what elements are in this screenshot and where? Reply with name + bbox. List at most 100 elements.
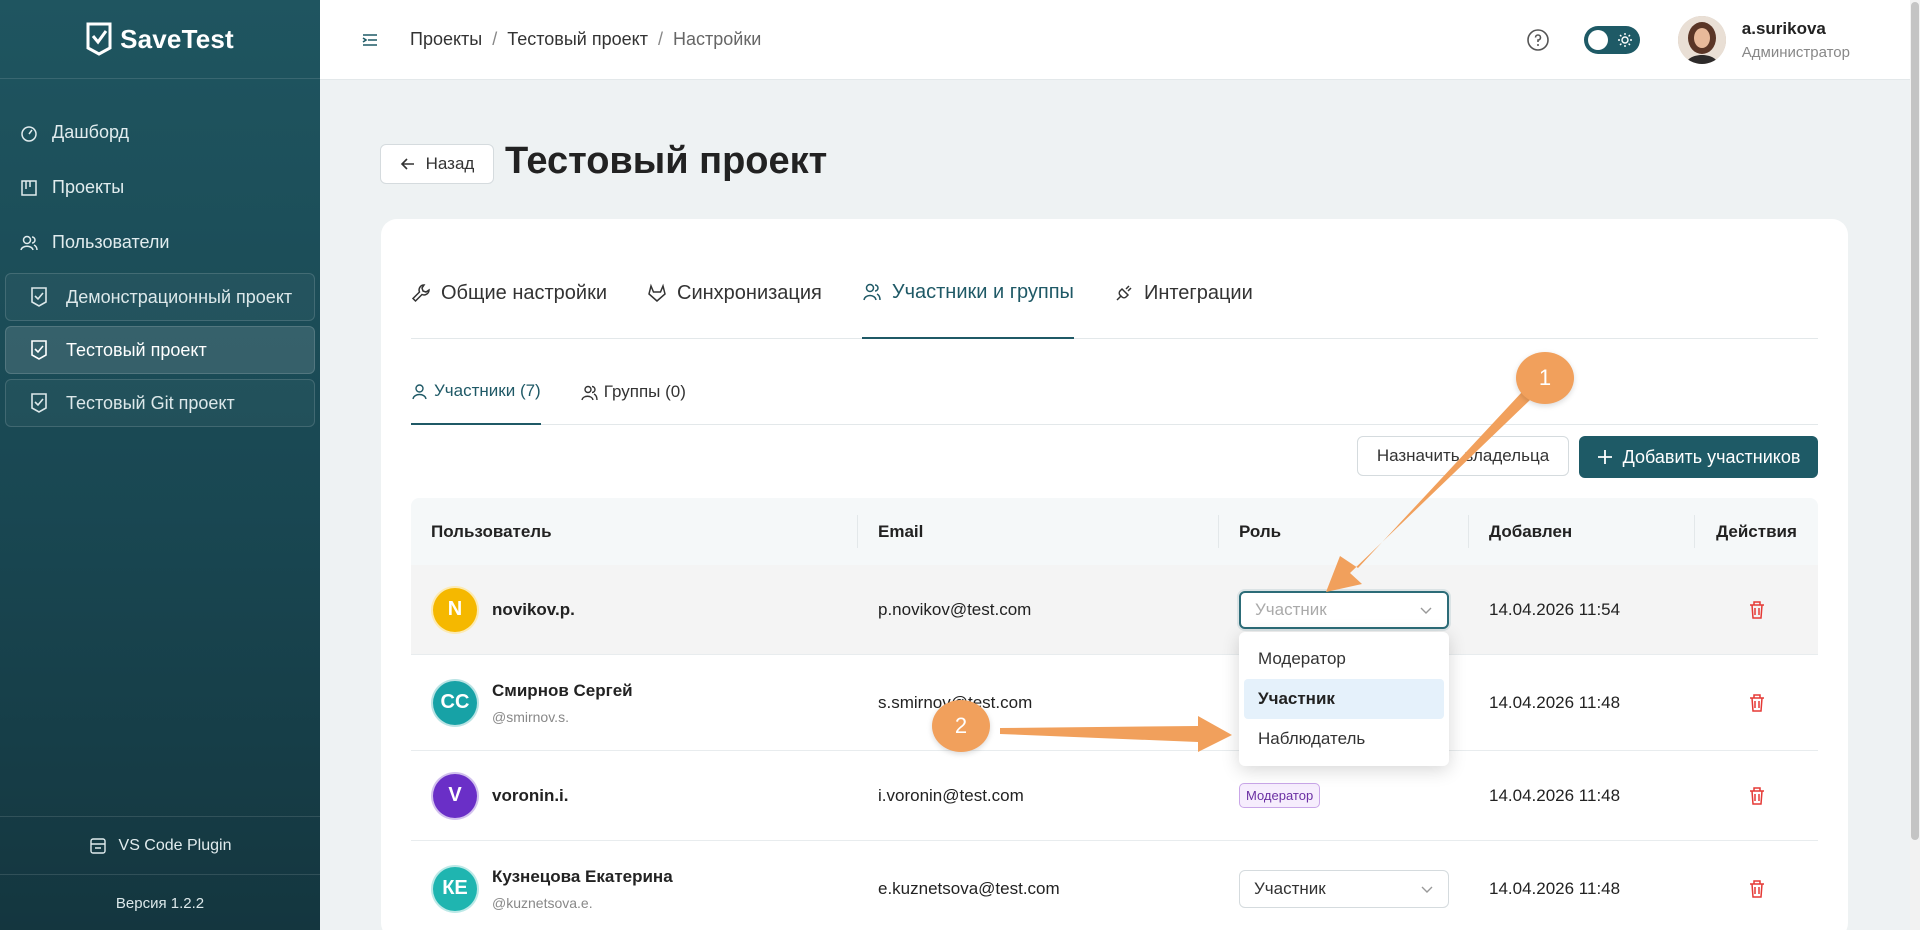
user-info[interactable]: a.surikova Администратор: [1742, 19, 1850, 61]
role-option-observer[interactable]: Наблюдатель: [1244, 719, 1444, 759]
tab-label: Синхронизация: [677, 281, 822, 304]
user-cell: КЕ Кузнецова Екатерина @kuznetsova.e.: [411, 864, 858, 913]
toggle-knob: [1587, 30, 1608, 50]
plus-icon: [1597, 450, 1612, 464]
annotation-marker-2: 2: [932, 700, 990, 752]
role-cell: Участник: [1219, 590, 1469, 629]
email-cell: s.smirnov@test.com: [858, 693, 1219, 713]
table-header: Пользователь Email Роль Добавлен Действи…: [411, 498, 1818, 565]
top-header: Проекты / Тестовый проект / Настройки a.…: [320, 0, 1910, 80]
role-option-member[interactable]: Участник: [1244, 679, 1444, 719]
member-handle: @smirnov.s.: [492, 708, 569, 725]
sidebar-project-demo[interactable]: Демонстрационный проект: [5, 273, 315, 321]
subtab-label: Участники (7): [434, 381, 541, 400]
add-members-button[interactable]: Добавить участников: [1579, 436, 1818, 478]
version-label: Версия 1.2.2: [115, 894, 205, 912]
gitlab-icon: [648, 283, 666, 302]
role-select[interactable]: Участник: [1239, 869, 1449, 908]
settings-card: Общие настройки Синхронизация Участники …: [381, 219, 1848, 930]
added-cell: 14.04.2026 11:48: [1489, 692, 1621, 712]
sidebar-item-projects[interactable]: Проекты: [0, 160, 320, 215]
table-row: КЕ Кузнецова Екатерина @kuznetsova.e. e.…: [411, 841, 1818, 930]
delete-icon[interactable]: [1748, 879, 1766, 899]
user-cell: V voronin.i.: [411, 771, 858, 820]
delete-icon[interactable]: [1748, 693, 1766, 713]
column-header-actions: Действия: [1716, 521, 1797, 541]
member-name: Смирнов Сергей: [492, 680, 633, 700]
sidebar-project-label: Демонстрационный проект: [66, 286, 293, 307]
actions-cell: [1695, 786, 1818, 806]
role-badge: Модератор: [1239, 783, 1321, 808]
projects-icon: [21, 179, 37, 196]
breadcrumb-project[interactable]: Тестовый проект: [507, 29, 648, 50]
assign-owner-button[interactable]: Назначить владельца: [1357, 436, 1569, 476]
app-logo[interactable]: SaveTest: [0, 0, 320, 79]
user-name: a.surikova: [1741, 19, 1826, 38]
sidebar-project-git[interactable]: Тестовый Git проект: [5, 379, 315, 427]
dashboard-icon: [21, 125, 37, 142]
annotation-marker-1: 1: [1516, 352, 1574, 404]
sidebar-project-test[interactable]: Тестовый проект: [5, 326, 315, 374]
project-icon: [31, 393, 47, 413]
avatar[interactable]: [1677, 16, 1726, 64]
sidebar-item-dashboard[interactable]: Дашборд: [0, 105, 320, 160]
delete-icon[interactable]: [1748, 600, 1766, 620]
chevron-down-icon: [1420, 607, 1432, 614]
theme-toggle[interactable]: [1583, 26, 1640, 54]
scrollbar-thumb[interactable]: [1911, 2, 1919, 840]
role-option-moderator[interactable]: Модератор: [1244, 639, 1444, 679]
tab-integrations[interactable]: Интеграции: [1114, 267, 1253, 339]
added-cell: 14.04.2026 11:54: [1489, 599, 1621, 619]
avatar: V: [431, 771, 479, 820]
member-name: Кузнецова Екатерина: [492, 866, 673, 886]
tab-general[interactable]: Общие настройки: [411, 267, 607, 339]
sidebar: SaveTest Дашборд Проекты Пользователи Де…: [0, 0, 320, 930]
menu-collapse-icon[interactable]: [360, 30, 380, 50]
added-cell: 14.04.2026 11:48: [1489, 878, 1621, 898]
sidebar-project-list: Демонстрационный проект Тестовый проект …: [0, 273, 320, 427]
sun-icon: [1617, 33, 1632, 47]
users-icon: [581, 385, 598, 400]
user-photo: [1677, 16, 1726, 64]
table-row: V voronin.i. i.voronin@test.com Модерато…: [411, 751, 1818, 841]
breadcrumb-separator: /: [657, 29, 663, 49]
back-label: Назад: [425, 154, 475, 173]
header-right: a.surikova Администратор: [1526, 0, 1850, 80]
tab-members-groups[interactable]: Участники и группы: [861, 267, 1074, 339]
role-select[interactable]: Участник: [1239, 590, 1449, 629]
role-dropdown-menu: Модератор Участник Наблюдатель: [1239, 632, 1449, 766]
plugin-icon: [89, 837, 106, 854]
chevron-down-icon: [1421, 886, 1433, 893]
sidebar-footer: VS Code Plugin Версия 1.2.2: [0, 816, 320, 930]
added-cell: 14.04.2026 11:48: [1489, 785, 1621, 805]
column-header-user: Пользователь: [411, 515, 858, 548]
column-header-role: Роль: [1219, 515, 1469, 548]
plugin-label: VS Code Plugin: [118, 836, 232, 854]
help-icon[interactable]: [1526, 28, 1550, 52]
plug-icon: [1116, 285, 1132, 301]
members-table: Пользователь Email Роль Добавлен Действи…: [411, 498, 1818, 930]
vscode-plugin-link[interactable]: VS Code Plugin: [0, 817, 320, 875]
sidebar-project-label: Тестовый проект: [66, 339, 207, 360]
user-icon: [412, 383, 427, 399]
settings-tabs: Общие настройки Синхронизация Участники …: [411, 267, 1818, 339]
user-cell: N novikov.p.: [411, 585, 858, 634]
actions-cell: [1695, 693, 1818, 713]
avatar: СС: [431, 678, 479, 727]
page-scrollbar[interactable]: [1910, 0, 1920, 930]
delete-icon[interactable]: [1748, 786, 1766, 806]
add-members-label: Добавить участников: [1622, 446, 1801, 467]
actions-cell: [1695, 879, 1818, 899]
tab-sync[interactable]: Синхронизация: [647, 267, 822, 339]
column-header-added: Добавлен: [1469, 515, 1695, 548]
users-icon: [20, 235, 38, 250]
subtab-groups[interactable]: Группы (0): [581, 359, 686, 425]
tab-label: Интеграции: [1143, 281, 1253, 304]
subtab-members[interactable]: Участники (7): [411, 359, 541, 425]
member-name: voronin.i.: [492, 785, 569, 805]
sidebar-item-users[interactable]: Пользователи: [0, 215, 320, 270]
breadcrumb: Проекты / Тестовый проект / Настройки: [410, 29, 761, 50]
table-row: СС Смирнов Сергей @smirnov.s. s.smirnov@…: [411, 655, 1818, 751]
breadcrumb-projects[interactable]: Проекты: [410, 29, 482, 50]
back-button[interactable]: Назад: [380, 144, 494, 184]
